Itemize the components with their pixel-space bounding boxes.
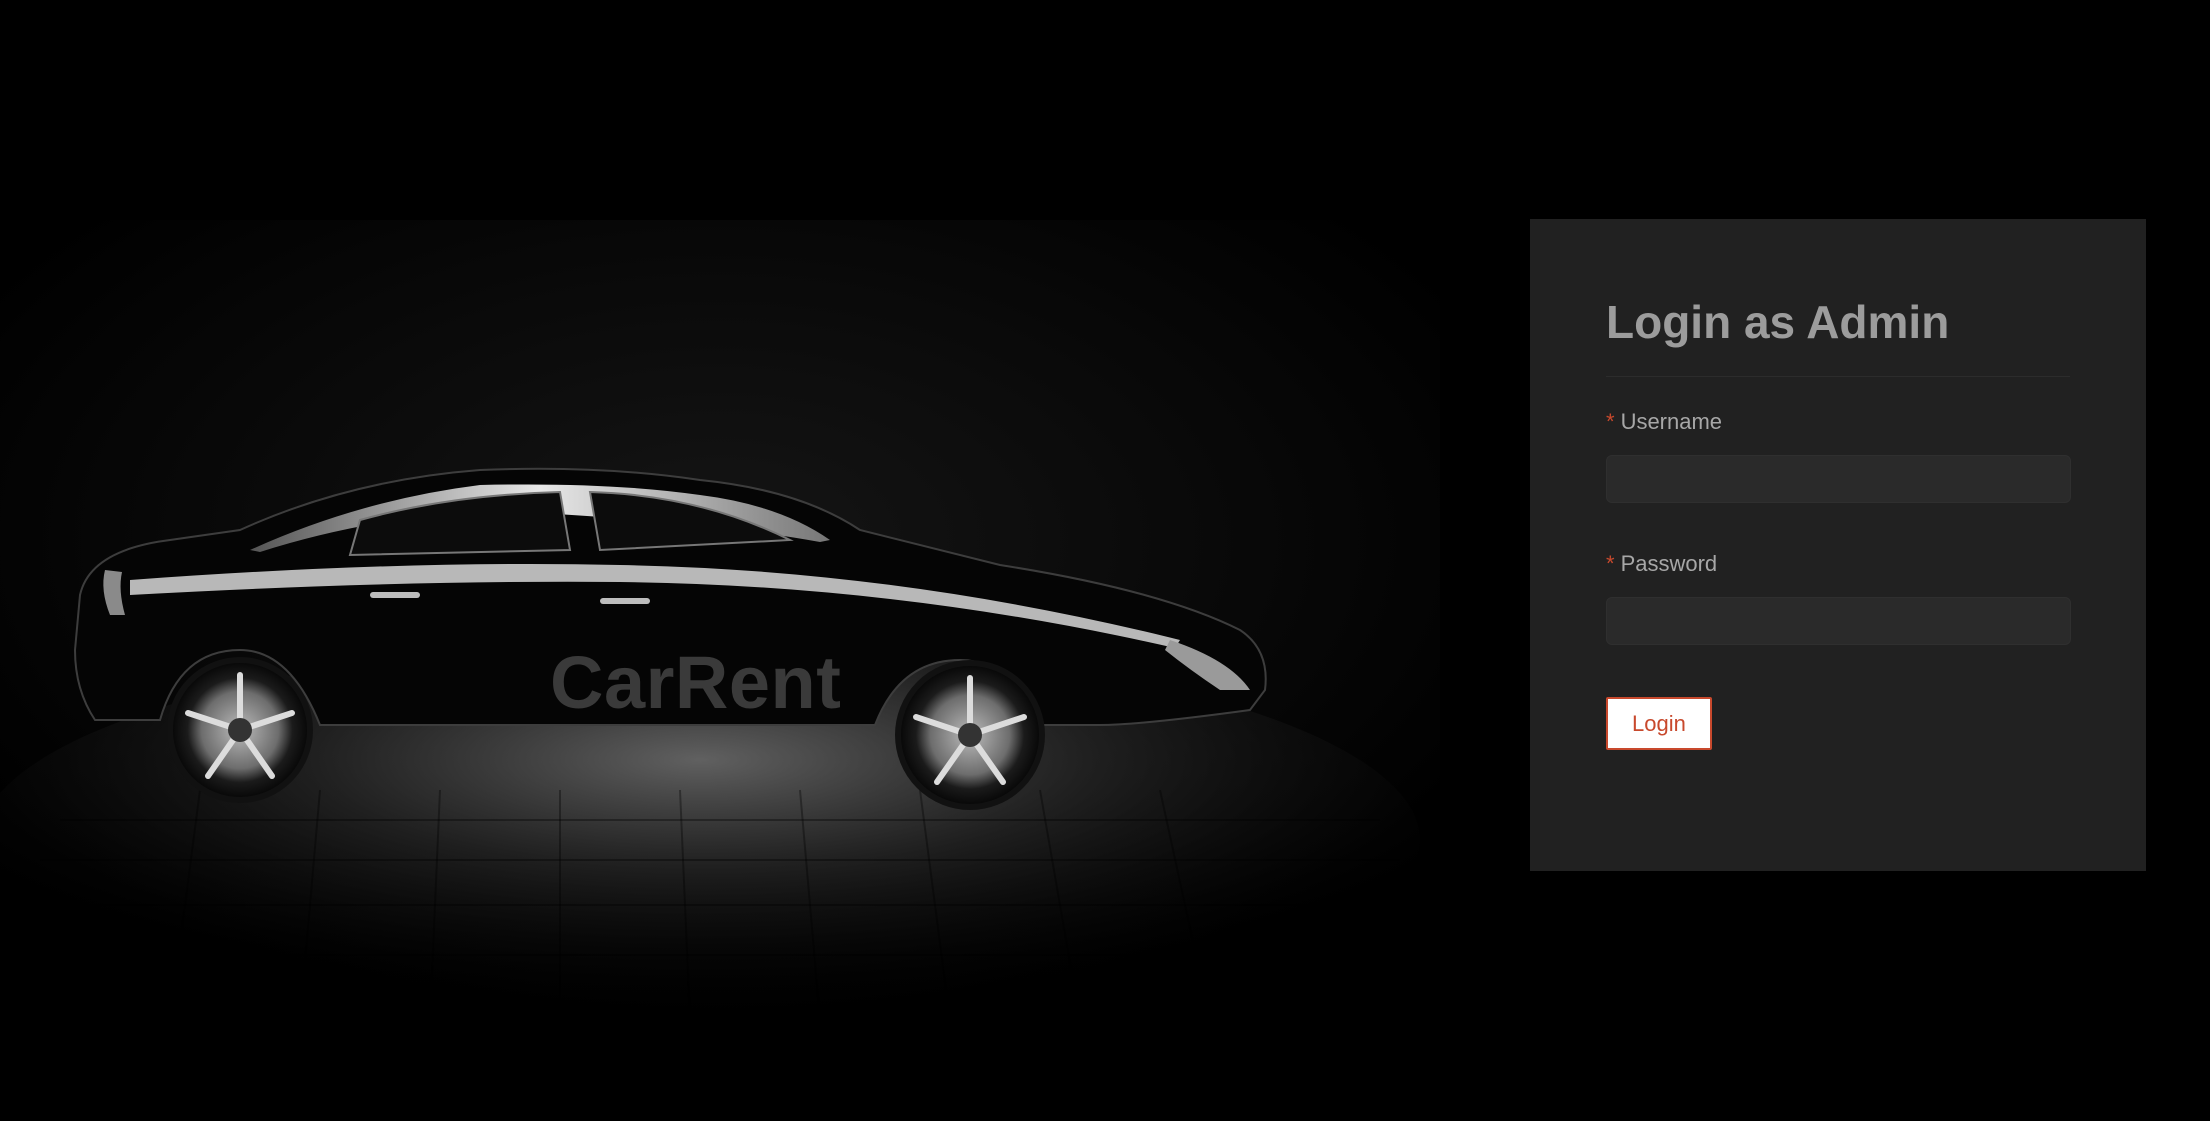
password-input[interactable] bbox=[1606, 597, 2071, 646]
password-field-group: * Password bbox=[1606, 551, 2071, 646]
login-panel: Login as Admin * Username * Password Login bbox=[1530, 219, 2146, 871]
username-field-group: * Username bbox=[1606, 409, 2071, 504]
username-input[interactable] bbox=[1606, 455, 2071, 504]
login-button[interactable]: Login bbox=[1606, 697, 1712, 751]
password-label-text: Password bbox=[1620, 551, 1718, 577]
hero-image bbox=[0, 220, 1440, 1020]
username-label: * Username bbox=[1606, 409, 2070, 435]
required-marker: * bbox=[1606, 409, 1615, 435]
car-silhouette-icon bbox=[0, 220, 1440, 1020]
password-label: * Password bbox=[1606, 551, 2070, 577]
brand-logo-text: CarRent bbox=[550, 641, 842, 724]
username-label-text: Username bbox=[1620, 409, 1723, 435]
login-page: CarRent Login as Admin * Username * Passwo… bbox=[0, 0, 2210, 1121]
login-title: Login as Admin bbox=[1606, 295, 2070, 378]
required-marker: * bbox=[1606, 551, 1615, 577]
